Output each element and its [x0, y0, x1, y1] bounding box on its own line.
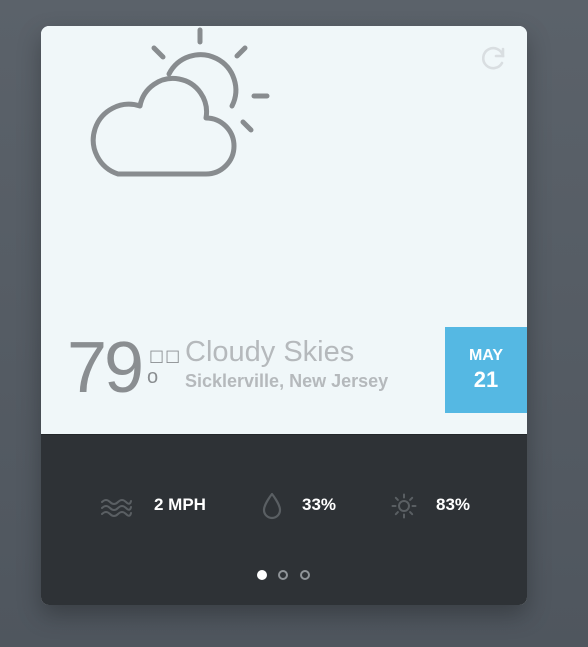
date-badge: MAY 21: [445, 327, 527, 413]
wind-icon: [101, 499, 132, 517]
page-background: { "weather": { "icon": "partly-cloudy-ic…: [0, 0, 588, 647]
page-dot-2[interactable]: [278, 570, 288, 580]
droplet-icon: [262, 492, 282, 520]
sun-icon: [391, 493, 417, 519]
humidity-value: 33%: [302, 495, 337, 514]
refresh-icon[interactable]: [480, 44, 508, 72]
location-label: Sicklerville, New Jersey: [185, 371, 389, 391]
degree-symbol: o: [147, 366, 159, 388]
weather-condition: Cloudy Skies: [185, 336, 355, 368]
weather-stats-panel: 2 MPH 33% 83%: [41, 434, 527, 605]
date-month: MAY: [468, 347, 504, 364]
date-day: 21: [473, 367, 499, 392]
sunshine-value: 83%: [436, 495, 471, 514]
wind-speed-value: 2 MPH: [154, 495, 206, 514]
weather-main-panel: 79 □□ o Cloudy Skies Sicklerville, New J…: [41, 26, 527, 434]
weather-card: 79 □□ o Cloudy Skies Sicklerville, New J…: [41, 26, 527, 605]
page-dot-3[interactable]: [300, 570, 310, 580]
temperature-unit: □□: [149, 346, 182, 365]
page-dot-1[interactable]: [257, 570, 267, 580]
temperature-value: 79: [67, 328, 144, 408]
partly-cloudy-icon: [90, 27, 270, 177]
pagination-dots: [41, 568, 527, 584]
